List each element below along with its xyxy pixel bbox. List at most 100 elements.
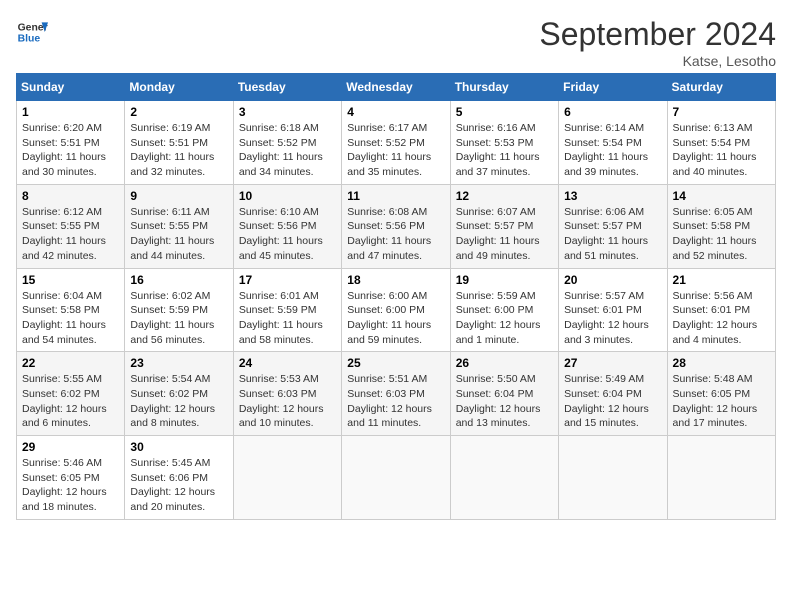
- day-info: Sunrise: 6:19 AMSunset: 5:51 PMDaylight:…: [130, 121, 227, 180]
- day-number: 29: [22, 440, 119, 454]
- day-info: Sunrise: 6:11 AMSunset: 5:55 PMDaylight:…: [130, 205, 227, 264]
- day-number: 14: [673, 189, 770, 203]
- day-info: Sunrise: 6:04 AMSunset: 5:58 PMDaylight:…: [22, 289, 119, 348]
- day-info: Sunrise: 6:13 AMSunset: 5:54 PMDaylight:…: [673, 121, 770, 180]
- day-cell: [667, 436, 775, 520]
- day-number: 3: [239, 105, 336, 119]
- day-info: Sunrise: 5:53 AMSunset: 6:03 PMDaylight:…: [239, 372, 336, 431]
- day-info: Sunrise: 5:56 AMSunset: 6:01 PMDaylight:…: [673, 289, 770, 348]
- day-number: 8: [22, 189, 119, 203]
- day-cell: 11Sunrise: 6:08 AMSunset: 5:56 PMDayligh…: [342, 184, 450, 268]
- day-cell: 29 Sunrise: 5:46 AMSunset: 6:05 PMDayligh…: [17, 436, 125, 520]
- day-info: Sunrise: 6:00 AMSunset: 6:00 PMDaylight:…: [347, 289, 444, 348]
- day-number: 9: [130, 189, 227, 203]
- day-info: Sunrise: 6:20 AMSunset: 5:51 PMDaylight:…: [22, 121, 119, 180]
- day-cell: 12 Sunrise: 6:07 AMSunset: 5:57 PMDayligh…: [450, 184, 558, 268]
- day-info: Sunrise: 5:49 AMSunset: 6:04 PMDaylight:…: [564, 372, 661, 431]
- day-number: 26: [456, 356, 553, 370]
- day-number: 5: [456, 105, 553, 119]
- day-cell: 5 Sunrise: 6:16 AMSunset: 5:53 PMDaylight…: [450, 101, 558, 185]
- col-header-wednesday: Wednesday: [342, 74, 450, 101]
- day-cell: [342, 436, 450, 520]
- day-cell: 7 Sunrise: 6:13 AMSunset: 5:54 PMDaylight…: [667, 101, 775, 185]
- day-info: Sunrise: 6:08 AMSunset: 5:56 PMDaylight:…: [347, 205, 444, 264]
- col-header-tuesday: Tuesday: [233, 74, 341, 101]
- day-cell: 21 Sunrise: 5:56 AMSunset: 6:01 PMDayligh…: [667, 268, 775, 352]
- week-row-2: 8 Sunrise: 6:12 AMSunset: 5:55 PMDaylight…: [17, 184, 776, 268]
- day-cell: [450, 436, 558, 520]
- day-cell: 24 Sunrise: 5:53 AMSunset: 6:03 PMDayligh…: [233, 352, 341, 436]
- day-cell: 16Sunrise: 6:02 AMSunset: 5:59 PMDayligh…: [125, 268, 233, 352]
- day-info: Sunrise: 5:55 AMSunset: 6:02 PMDaylight:…: [22, 372, 119, 431]
- day-cell: 27Sunrise: 5:49 AMSunset: 6:04 PMDayligh…: [559, 352, 667, 436]
- day-number: 22: [22, 356, 119, 370]
- day-cell: 1 Sunrise: 6:20 AMSunset: 5:51 PMDaylight…: [17, 101, 125, 185]
- day-number: 21: [673, 273, 770, 287]
- day-number: 10: [239, 189, 336, 203]
- day-number: 28: [673, 356, 770, 370]
- day-cell: 18 Sunrise: 6:00 AMSunset: 6:00 PMDayligh…: [342, 268, 450, 352]
- day-info: Sunrise: 6:01 AMSunset: 5:59 PMDaylight:…: [239, 289, 336, 348]
- week-row-4: 22 Sunrise: 5:55 AMSunset: 6:02 PMDayligh…: [17, 352, 776, 436]
- day-info: Sunrise: 5:46 AMSunset: 6:05 PMDaylight:…: [22, 456, 119, 515]
- day-cell: [233, 436, 341, 520]
- day-cell: 22 Sunrise: 5:55 AMSunset: 6:02 PMDayligh…: [17, 352, 125, 436]
- location-subtitle: Katse, Lesotho: [539, 53, 776, 69]
- day-number: 30: [130, 440, 227, 454]
- day-number: 17: [239, 273, 336, 287]
- day-cell: 23 Sunrise: 5:54 AMSunset: 6:02 PMDayligh…: [125, 352, 233, 436]
- day-info: Sunrise: 6:16 AMSunset: 5:53 PMDaylight:…: [456, 121, 553, 180]
- day-cell: [559, 436, 667, 520]
- logo-icon: General Blue: [16, 16, 48, 48]
- day-info: Sunrise: 6:14 AMSunset: 5:54 PMDaylight:…: [564, 121, 661, 180]
- day-info: Sunrise: 6:12 AMSunset: 5:55 PMDaylight:…: [22, 205, 119, 264]
- day-cell: 14 Sunrise: 6:05 AMSunset: 5:58 PMDayligh…: [667, 184, 775, 268]
- day-number: 1: [22, 105, 119, 119]
- day-cell: 4Sunrise: 6:17 AMSunset: 5:52 PMDaylight…: [342, 101, 450, 185]
- day-cell: 13 Sunrise: 6:06 AMSunset: 5:57 PMDayligh…: [559, 184, 667, 268]
- day-number: 20: [564, 273, 661, 287]
- day-info: Sunrise: 5:51 AMSunset: 6:03 PMDaylight:…: [347, 372, 444, 431]
- day-number: 13: [564, 189, 661, 203]
- day-info: Sunrise: 6:02 AMSunset: 5:59 PMDaylight:…: [130, 289, 227, 348]
- day-info: Sunrise: 5:57 AMSunset: 6:01 PMDaylight:…: [564, 289, 661, 348]
- svg-text:Blue: Blue: [18, 34, 41, 45]
- day-info: Sunrise: 5:45 AMSunset: 6:06 PMDaylight:…: [130, 456, 227, 515]
- day-cell: 2 Sunrise: 6:19 AMSunset: 5:51 PMDaylight…: [125, 101, 233, 185]
- day-info: Sunrise: 6:10 AMSunset: 5:56 PMDaylight:…: [239, 205, 336, 264]
- day-number: 24: [239, 356, 336, 370]
- day-cell: 28 Sunrise: 5:48 AMSunset: 6:05 PMDayligh…: [667, 352, 775, 436]
- day-cell: 9 Sunrise: 6:11 AMSunset: 5:55 PMDaylight…: [125, 184, 233, 268]
- day-cell: 6 Sunrise: 6:14 AMSunset: 5:54 PMDaylight…: [559, 101, 667, 185]
- month-year-title: September 2024: [539, 16, 776, 53]
- day-number: 18: [347, 273, 444, 287]
- day-info: Sunrise: 5:48 AMSunset: 6:05 PMDaylight:…: [673, 372, 770, 431]
- day-cell: 19Sunrise: 5:59 AMSunset: 6:00 PMDayligh…: [450, 268, 558, 352]
- day-info: Sunrise: 6:05 AMSunset: 5:58 PMDaylight:…: [673, 205, 770, 264]
- day-cell: 10 Sunrise: 6:10 AMSunset: 5:56 PMDayligh…: [233, 184, 341, 268]
- day-info: Sunrise: 6:06 AMSunset: 5:57 PMDaylight:…: [564, 205, 661, 264]
- day-cell: 17 Sunrise: 6:01 AMSunset: 5:59 PMDayligh…: [233, 268, 341, 352]
- day-info: Sunrise: 5:50 AMSunset: 6:04 PMDaylight:…: [456, 372, 553, 431]
- day-cell: 15 Sunrise: 6:04 AMSunset: 5:58 PMDayligh…: [17, 268, 125, 352]
- day-cell: 3 Sunrise: 6:18 AMSunset: 5:52 PMDaylight…: [233, 101, 341, 185]
- day-info: Sunrise: 5:54 AMSunset: 6:02 PMDaylight:…: [130, 372, 227, 431]
- week-row-5: 29 Sunrise: 5:46 AMSunset: 6:05 PMDayligh…: [17, 436, 776, 520]
- day-info: Sunrise: 6:07 AMSunset: 5:57 PMDaylight:…: [456, 205, 553, 264]
- day-number: 12: [456, 189, 553, 203]
- day-number: 6: [564, 105, 661, 119]
- day-cell: 20 Sunrise: 5:57 AMSunset: 6:01 PMDayligh…: [559, 268, 667, 352]
- day-number: 15: [22, 273, 119, 287]
- day-info: Sunrise: 6:18 AMSunset: 5:52 PMDaylight:…: [239, 121, 336, 180]
- day-cell: 8 Sunrise: 6:12 AMSunset: 5:55 PMDaylight…: [17, 184, 125, 268]
- title-block: September 2024 Katse, Lesotho: [539, 16, 776, 69]
- day-number: 2: [130, 105, 227, 119]
- col-header-friday: Friday: [559, 74, 667, 101]
- col-header-thursday: Thursday: [450, 74, 558, 101]
- day-number: 4: [347, 105, 444, 119]
- day-info: Sunrise: 5:59 AMSunset: 6:00 PMDaylight:…: [456, 289, 553, 348]
- day-number: 25: [347, 356, 444, 370]
- day-cell: 26 Sunrise: 5:50 AMSunset: 6:04 PMDayligh…: [450, 352, 558, 436]
- day-number: 23: [130, 356, 227, 370]
- day-number: 7: [673, 105, 770, 119]
